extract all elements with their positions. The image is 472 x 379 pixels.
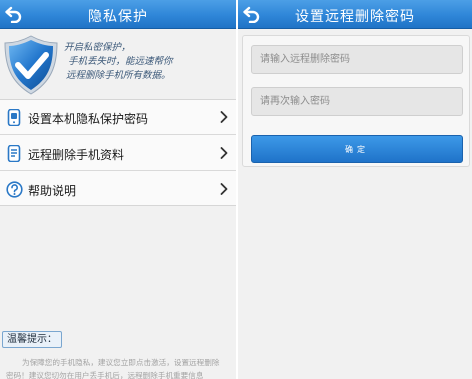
page-title: 设置远程删除密码 (295, 9, 415, 25)
slogan-line: 开启私密保护， (64, 42, 131, 53)
chevron-right-icon (220, 111, 228, 123)
privacy-menu: 设置本机隐私保护密码 远程删除手机资料 帮助说明 (0, 99, 236, 206)
title-bar: 设置远程删除密码 (238, 0, 472, 29)
privacy-slogan: 开启私密保护， 手机丢失时，能远速帮你 远程删除手机所有数据。 (64, 41, 234, 83)
menu-item-label: 远程删除手机资料 (28, 148, 125, 162)
page-title: 隐私保护 (88, 9, 148, 25)
confirm-button[interactable]: 确定 (251, 135, 463, 163)
privacy-banner: 开启私密保护， 手机丢失时，能远速帮你 远程删除手机所有数据。 (0, 30, 236, 96)
chevron-right-icon (220, 147, 228, 159)
title-bar: 隐私保护 (0, 0, 236, 29)
tip-line: 为保障您的手机隐私，建议您立即点击激活，设置远程删除 (22, 358, 220, 367)
tip-text: 为保障您的手机隐私，建议您立即点击激活，设置远程删除 密码！建议您切勿在用户丢手… (6, 356, 234, 379)
remote-delete-password-screen: 设置远程删除密码 确定 (238, 0, 472, 379)
privacy-protection-screen: 隐私保护 开启私密保护， 手机丢失时，能远速帮你 远程删除手机所有数据。 设置本… (0, 0, 236, 379)
remote-delete-icon (7, 145, 21, 162)
phone-icon (7, 109, 21, 126)
help-icon (6, 181, 23, 198)
menu-item-label: 设置本机隐私保护密码 (28, 112, 149, 126)
shield-check-icon (4, 35, 58, 95)
slogan-line: 远程删除手机所有数据。 (66, 70, 171, 81)
password-form: 确定 (242, 35, 470, 167)
menu-item-help[interactable]: 帮助说明 (0, 172, 236, 207)
tip-title: 温馨提示： (2, 331, 62, 348)
chevron-right-icon (220, 183, 228, 195)
confirm-password-input[interactable] (251, 87, 463, 116)
menu-item-label: 帮助说明 (28, 184, 77, 198)
remote-delete-password-input[interactable] (251, 45, 463, 74)
menu-item-set-password[interactable]: 设置本机隐私保护密码 (0, 100, 236, 135)
menu-item-remote-delete[interactable]: 远程删除手机资料 (0, 136, 236, 171)
tip-line: 密码！建议您切勿在用户丢手机后，远程删除手机重要信息 (6, 371, 204, 379)
slogan-line: 手机丢失时，能远速帮你 (68, 56, 173, 67)
